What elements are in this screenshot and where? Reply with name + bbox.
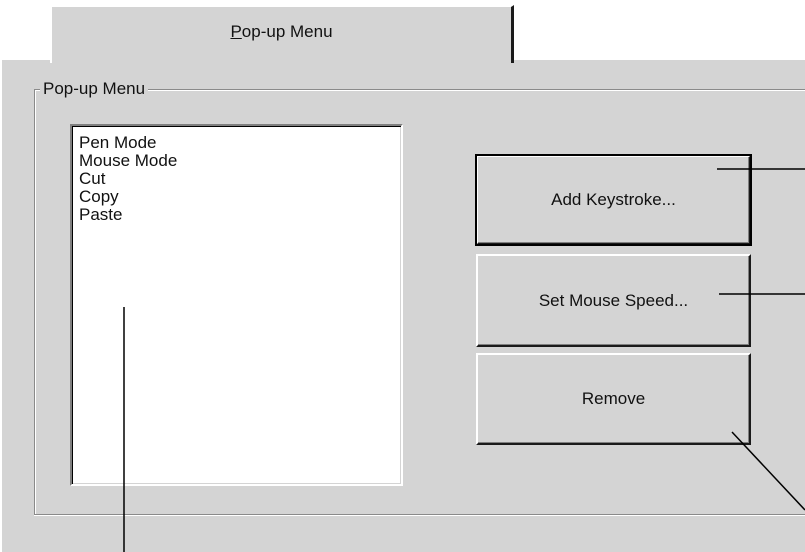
menu-items-listbox[interactable]: Pen Mode Mouse Mode Cut Copy Paste <box>70 124 403 486</box>
groupbox-bottom-edge <box>34 514 805 516</box>
add-keystroke-button[interactable]: Add Keystroke... <box>475 154 752 246</box>
list-item-pen-mode[interactable]: Pen Mode <box>79 134 401 152</box>
tab-mnemonic: P <box>230 22 242 41</box>
popup-menu-settings-page: Pop-up Menu Pop-up Menu Pen Mode Mouse M… <box>0 0 805 552</box>
set-mouse-speed-button[interactable]: Set Mouse Speed... <box>476 254 751 347</box>
list-item-paste[interactable]: Paste <box>79 206 401 224</box>
list-item-mouse-mode[interactable]: Mouse Mode <box>79 152 401 170</box>
groupbox-legend: Pop-up Menu <box>40 79 149 99</box>
remove-button[interactable]: Remove <box>476 353 751 445</box>
tab-popup-menu[interactable]: Pop-up Menu <box>50 5 514 63</box>
list-item-copy[interactable]: Copy <box>79 188 401 206</box>
tab-popup-menu-label: Pop-up Menu <box>52 22 511 42</box>
list-item-cut[interactable]: Cut <box>79 170 401 188</box>
tab-label-rest: op-up Menu <box>241 22 333 41</box>
